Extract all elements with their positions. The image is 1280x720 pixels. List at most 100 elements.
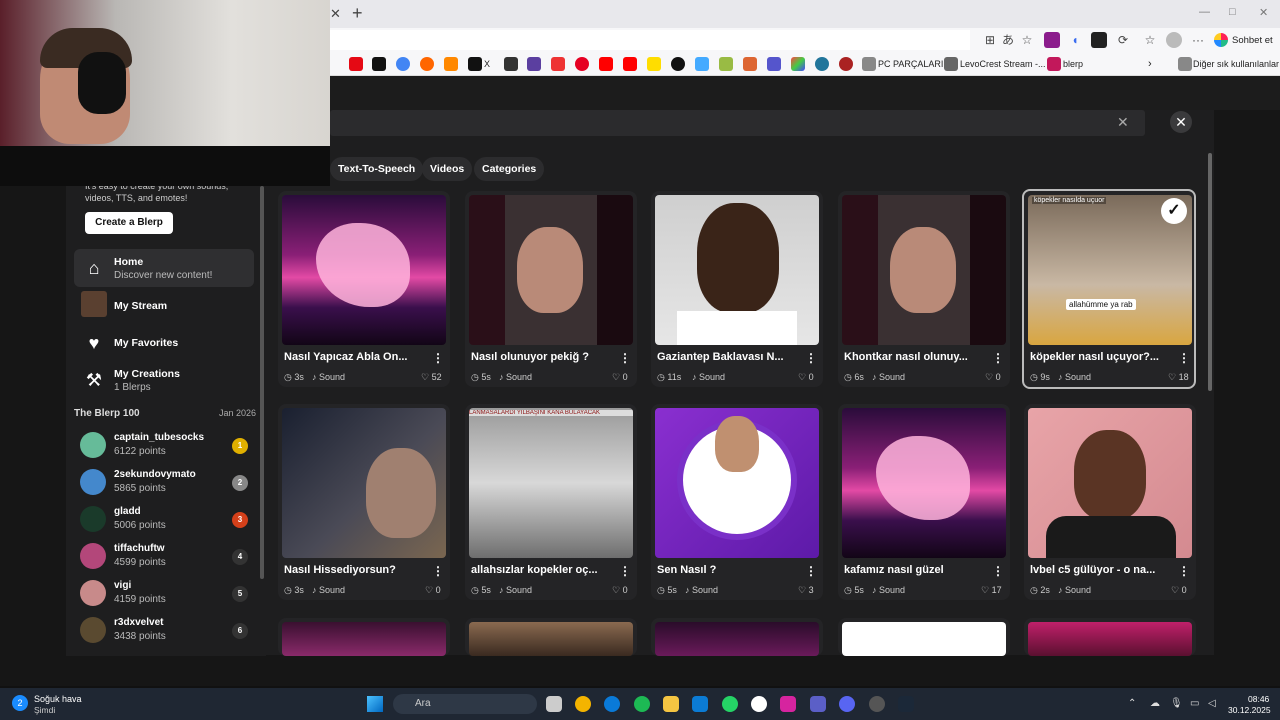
teams-icon[interactable] [810, 696, 826, 712]
copilot-button[interactable]: Sohbet et [1214, 30, 1273, 50]
filter-tts[interactable]: Text-To-Speech [330, 157, 424, 181]
card-menu-icon[interactable]: ⋮ [619, 351, 631, 365]
likes[interactable]: ♡ 0 [612, 372, 628, 383]
bookmark-icon[interactable] [695, 57, 709, 71]
other-bookmarks[interactable]: Diğer sık kullanılanlar [1193, 57, 1279, 71]
refresh-icon[interactable]: ⟳ [1115, 32, 1131, 48]
nav-home[interactable]: ⌂ Home Discover new content! [74, 249, 254, 287]
grid-scrollbar[interactable] [1208, 153, 1212, 391]
likes[interactable]: ♡ 0 [1171, 585, 1187, 596]
clear-search-icon[interactable]: ✕ [1117, 114, 1129, 131]
spotify-icon[interactable] [634, 696, 650, 712]
bookmark-blerp[interactable]: blerp [1063, 57, 1083, 71]
bookmark-icon[interactable] [551, 57, 565, 71]
likes[interactable]: ♡ 0 [985, 372, 1001, 383]
nav-my-stream[interactable]: My Stream [74, 287, 254, 325]
google-bookmark[interactable] [396, 57, 410, 71]
bookmark-icon[interactable] [647, 57, 661, 71]
likes[interactable]: ♡ 18 [1168, 372, 1189, 383]
blerp-card[interactable] [838, 618, 1010, 656]
close-modal-icon[interactable]: ✕ [1170, 111, 1192, 133]
taskbar-search[interactable]: Ara [393, 694, 537, 714]
bookmark-levocrest[interactable]: LevoCrest Stream -... [960, 57, 1046, 71]
card-menu-icon[interactable]: ⋮ [619, 564, 631, 578]
likes[interactable]: ♡ 0 [425, 585, 441, 596]
star-icon[interactable]: ☆ [1019, 32, 1035, 48]
leader-row[interactable]: gladd 5006 points 3 [78, 504, 250, 536]
bookmark-icon[interactable] [420, 57, 434, 71]
address-field[interactable] [330, 30, 970, 50]
blerp-card[interactable] [465, 618, 637, 656]
leader-row[interactable]: vigi 4159 points 5 [78, 578, 250, 610]
extension-icon[interactable] [1091, 32, 1107, 48]
profile-icon[interactable] [1166, 32, 1182, 48]
bookmark-icon[interactable] [839, 57, 853, 71]
translate-icon[interactable]: あ [1000, 32, 1016, 48]
filter-categories[interactable]: Categories [474, 157, 545, 181]
leader-row[interactable]: captain_tubesocks 6122 points 1 [78, 430, 250, 462]
search-input[interactable] [330, 110, 1145, 136]
minimize-icon[interactable]: — [1199, 6, 1210, 18]
bookmark-icon[interactable] [767, 57, 781, 71]
card-menu-icon[interactable]: ⋮ [992, 351, 1004, 365]
bookmark-icon[interactable] [504, 57, 518, 71]
nav-my-creations[interactable]: ⚒ My Creations 1 Blerps [74, 361, 254, 399]
wordpress-bookmark[interactable] [815, 57, 829, 71]
window-close-icon[interactable]: ✕ [1259, 6, 1268, 19]
blerp-card[interactable]: Nasıl olunuyor pekiğ ? ⋮ ◷ 5s ♪ Sound ♡ … [465, 191, 637, 387]
blerp-card[interactable]: LANMASALARDI YILBAŞINI KANA BULAYACAK al… [465, 404, 637, 600]
blerp-card[interactable] [651, 618, 823, 656]
bookmark-icon[interactable] [743, 57, 757, 71]
likes[interactable]: ♡ 52 [421, 372, 442, 383]
more-icon[interactable]: ··· [1190, 32, 1206, 48]
file-explorer-icon[interactable] [663, 696, 679, 712]
task-view-icon[interactable] [546, 696, 562, 712]
card-menu-icon[interactable]: ⋮ [1178, 351, 1190, 365]
x-bookmark-icon[interactable] [468, 57, 482, 71]
likes[interactable]: ♡ 17 [981, 585, 1002, 596]
steam-icon[interactable] [898, 696, 914, 712]
clock-date[interactable]: 30.12.2025 [1228, 705, 1271, 715]
bookmark-icon[interactable] [671, 57, 685, 71]
tab-close-icon[interactable]: ✕ [330, 6, 341, 22]
youtube-bookmark[interactable] [599, 57, 613, 71]
new-tab-icon[interactable]: + [352, 3, 363, 24]
netflix-bookmark[interactable] [349, 57, 363, 71]
favorites-icon[interactable]: ☆ [1142, 32, 1158, 48]
volume-icon[interactable]: ◁ [1208, 698, 1216, 709]
whatsapp-icon[interactable] [722, 696, 738, 712]
card-menu-icon[interactable]: ⋮ [1178, 564, 1190, 578]
bookmarks-overflow-icon[interactable]: › [1148, 57, 1152, 71]
likes[interactable]: ♡ 0 [798, 372, 814, 383]
onedrive-icon[interactable]: ☁ [1150, 698, 1160, 709]
blerp-card[interactable]: Khontkar nasıl olunuy... ⋮ ◷ 6s ♪ Sound … [838, 191, 1010, 387]
check-icon[interactable]: ✓ [1161, 198, 1187, 224]
tray-overflow-icon[interactable]: ⌃ [1128, 698, 1136, 709]
network-icon[interactable]: ▭ [1190, 698, 1199, 709]
pinterest-bookmark[interactable] [575, 57, 589, 71]
card-menu-icon[interactable]: ⋮ [992, 564, 1004, 578]
blerp-card[interactable]: Gaziantep Baklavası N... ⋮ ◷ 11s ♪ Sound… [651, 191, 823, 387]
likes[interactable]: ♡ 3 [798, 585, 814, 596]
nav-my-favorites[interactable]: ♥ My Favorites [74, 324, 254, 362]
bookmark-folder-pc[interactable]: PC PARÇALARI [878, 57, 943, 71]
extension-icon[interactable] [1044, 32, 1060, 48]
leader-row[interactable]: r3dxvelvet 3438 points 6 [78, 615, 250, 647]
blerp-card[interactable]: Sen Nasıl ? ⋮ ◷ 5s ♪ Sound ♡ 3 [651, 404, 823, 600]
blerp-card[interactable]: kafamız nasıl güzel ⋮ ◷ 5s ♪ Sound ♡ 17 [838, 404, 1010, 600]
edge-icon[interactable] [604, 696, 620, 712]
card-menu-icon[interactable]: ⋮ [432, 564, 444, 578]
bookmark-icon[interactable] [527, 57, 541, 71]
maximize-icon[interactable]: □ [1229, 6, 1236, 18]
blerp-card[interactable] [1024, 618, 1196, 656]
create-blerp-button[interactable]: Create a Blerp [85, 212, 173, 234]
card-menu-icon[interactable]: ⋮ [805, 351, 817, 365]
blerp-card[interactable]: Nasıl Hissediyorsun? ⋮ ◷ 3s ♪ Sound ♡ 0 [278, 404, 450, 600]
x-bookmark-label[interactable]: X [484, 57, 490, 71]
youtube-bookmark[interactable] [623, 57, 637, 71]
chatgpt-icon[interactable] [751, 696, 767, 712]
weather-title[interactable]: Soğuk hava [34, 694, 82, 704]
weather-badge[interactable]: 2 [12, 695, 28, 711]
blerp-card[interactable]: Nasıl Yapıcaz Abla On... ⋮ ◷ 3s ♪ Sound … [278, 191, 450, 387]
grid-icon[interactable]: ⊞ [982, 32, 998, 48]
